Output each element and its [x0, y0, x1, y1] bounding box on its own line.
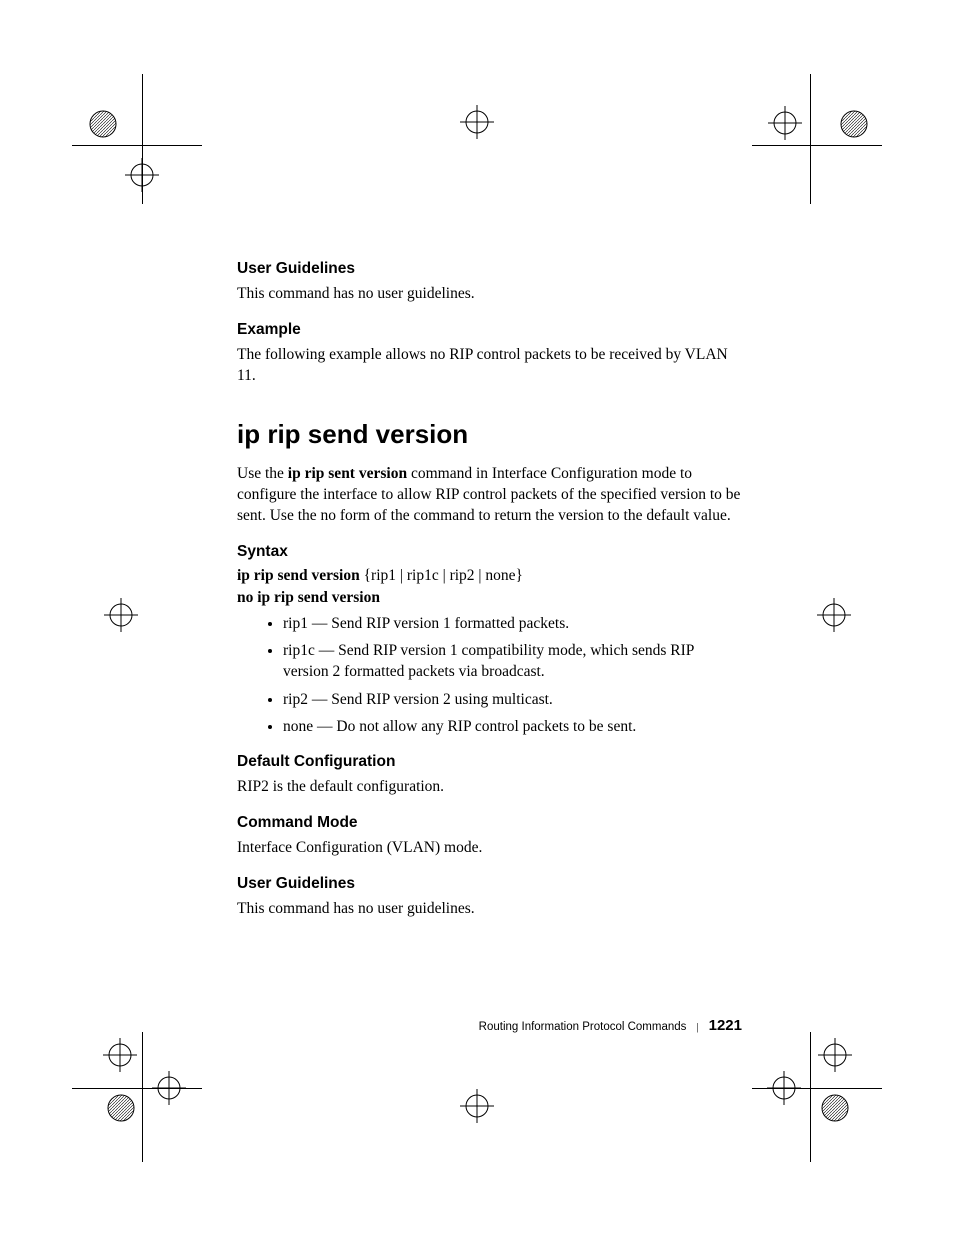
crop-line-tl-h: [72, 145, 202, 146]
crosshair-icon: [817, 598, 851, 632]
crosshair-icon: [104, 598, 138, 632]
intro-bold: ip rip sent version: [288, 465, 407, 482]
crop-line-br-v: [810, 1032, 811, 1162]
text-user-guidelines-2: This command has no user guidelines.: [237, 899, 742, 920]
registration-dot-icon: [88, 109, 118, 139]
page-footer: Routing Information Protocol Commands | …: [237, 1017, 742, 1034]
syntax-line-2: no ip rip send version: [237, 589, 742, 607]
registration-dot-icon: [839, 109, 869, 139]
crosshair-icon: [767, 1071, 801, 1105]
crosshair-icon: [152, 1071, 186, 1105]
text-user-guidelines: This command has no user guidelines.: [237, 284, 742, 305]
registration-dot-icon: [820, 1093, 850, 1123]
crosshair-icon: [460, 1089, 494, 1123]
list-item: none — Do not allow any RIP control pack…: [283, 716, 742, 737]
page-content: User Guidelines This command has no user…: [237, 260, 742, 936]
crosshair-icon: [125, 158, 159, 192]
list-item: rip2 — Send RIP version 2 using multicas…: [283, 689, 742, 710]
crosshair-icon: [460, 105, 494, 139]
syntax-bold-1: ip rip send version: [237, 567, 360, 584]
text-example: The following example allows no RIP cont…: [237, 345, 742, 387]
command-intro: Use the ip rip sent version command in I…: [237, 464, 742, 527]
registration-dot-icon: [106, 1093, 136, 1123]
heading-user-guidelines-2: User Guidelines: [237, 875, 742, 893]
heading-user-guidelines: User Guidelines: [237, 260, 742, 278]
page-number: 1221: [709, 1017, 742, 1034]
heading-example: Example: [237, 321, 742, 339]
crosshair-icon: [768, 106, 802, 140]
list-item: rip1c — Send RIP version 1 compatibility…: [283, 640, 742, 683]
heading-default-config: Default Configuration: [237, 753, 742, 771]
crosshair-icon: [103, 1038, 137, 1072]
crop-line-tr-h: [752, 145, 882, 146]
text-command-mode: Interface Configuration (VLAN) mode.: [237, 838, 742, 859]
crop-line-bl-v: [142, 1032, 143, 1162]
heading-command-mode: Command Mode: [237, 814, 742, 832]
text-default-config: RIP2 is the default configuration.: [237, 777, 742, 798]
syntax-bold-2: no ip rip send version: [237, 589, 380, 606]
footer-separator: |: [696, 1021, 698, 1033]
command-title: ip rip send version: [237, 419, 742, 450]
syntax-line-1: ip rip send version {rip1 | rip1c | rip2…: [237, 567, 742, 585]
syntax-bullets: rip1 — Send RIP version 1 formatted pack…: [237, 613, 742, 738]
crosshair-icon: [818, 1038, 852, 1072]
heading-syntax: Syntax: [237, 543, 742, 561]
footer-section-label: Routing Information Protocol Commands: [479, 1021, 687, 1033]
crop-line-tr-v: [810, 74, 811, 204]
list-item: rip1 — Send RIP version 1 formatted pack…: [283, 613, 742, 634]
intro-pre: Use the: [237, 465, 288, 482]
syntax-rest-1: {rip1 | rip1c | rip2 | none}: [360, 567, 523, 584]
